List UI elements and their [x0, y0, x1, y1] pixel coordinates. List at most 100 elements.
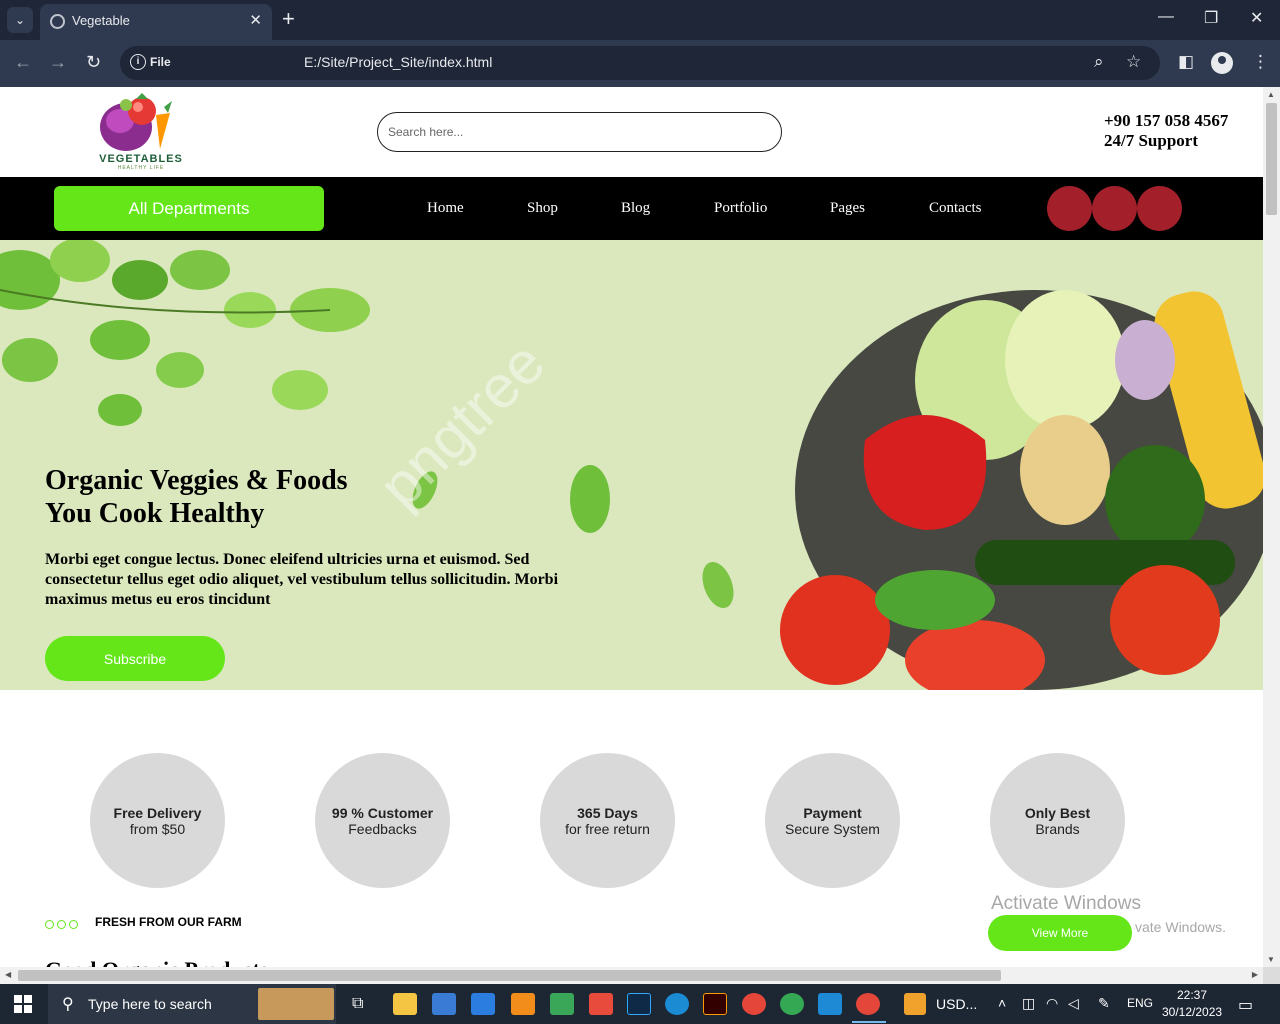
search-input[interactable] — [377, 112, 782, 152]
new-tab-button[interactable]: + — [282, 6, 295, 32]
logo-text: VEGETABLES — [99, 153, 183, 165]
feature-title: 99 % Customer — [331, 804, 434, 821]
language-indicator[interactable]: ENG — [1127, 996, 1153, 1010]
activate-windows-watermark: Activate Windows — [991, 893, 1141, 914]
site-header: VEGETABLES HEALTHY LIFE +90 157 058 4567… — [0, 87, 1263, 177]
features-row: Free Delivery from $50 99 % Customer Fee… — [0, 753, 1263, 893]
search-icon: ⚲ — [62, 996, 74, 1013]
horizontal-scrollbar[interactable]: ◀ ▶ — [0, 967, 1263, 984]
feature-title: Payment — [803, 804, 862, 821]
info-icon[interactable]: i — [130, 54, 146, 70]
scroll-up-icon[interactable]: ▲ — [1267, 90, 1275, 99]
chrome-profile-icon[interactable] — [780, 993, 804, 1015]
view-more-button[interactable]: View More — [988, 915, 1132, 951]
url-text[interactable]: E:/Site/Project_Site/index.html — [304, 54, 492, 70]
subscribe-button[interactable]: Subscribe — [45, 636, 225, 681]
vegetable-logo-icon — [100, 93, 172, 151]
falling-leaf-icon — [570, 465, 610, 533]
close-tab-icon[interactable]: ✕ — [249, 11, 262, 29]
menu-kebab-icon[interactable]: ⋮ — [1252, 52, 1269, 72]
browser-toolbar: ← → ↻ i File E:/Site/Project_Site/index.… — [0, 40, 1280, 87]
page-viewport: VEGETABLES HEALTHY LIFE +90 157 058 4567… — [0, 87, 1263, 967]
clock-time[interactable]: 22:37 — [1177, 988, 1207, 1002]
taskbar-search-box[interactable]: ⚲ Type here to search — [48, 984, 336, 1024]
social-button-3[interactable] — [1137, 186, 1182, 231]
all-departments-button[interactable]: All Departments — [54, 186, 324, 231]
currency-widget-icon[interactable] — [904, 993, 926, 1015]
balloon-app-icon[interactable] — [589, 993, 613, 1015]
currency-widget-text[interactable]: USD... — [936, 996, 977, 1012]
vegetables-image-icon — [780, 290, 1263, 690]
feature-free-delivery: Free Delivery from $50 — [90, 753, 225, 888]
tab-search-button[interactable]: ⌄ — [7, 7, 33, 33]
reload-icon[interactable]: ↻ — [86, 52, 101, 73]
restore-button[interactable]: ❐ — [1204, 8, 1218, 28]
feature-subtitle: for free return — [565, 820, 650, 837]
social-button-1[interactable] — [1047, 186, 1092, 231]
chrome-icon[interactable] — [742, 993, 766, 1015]
feature-subtitle: from $50 — [129, 820, 186, 837]
social-button-2[interactable] — [1092, 186, 1137, 231]
browser-tab[interactable]: Vegetable ✕ — [40, 4, 272, 40]
wifi-icon[interactable]: ◠ — [1046, 995, 1058, 1012]
contact-info: +90 157 058 4567 24/7 Support — [1104, 111, 1228, 151]
scroll-down-icon[interactable]: ▼ — [1267, 955, 1275, 964]
nav-pages-link[interactable]: Pages — [830, 200, 865, 217]
vlc-icon[interactable] — [511, 993, 535, 1015]
close-window-button[interactable]: ✕ — [1250, 8, 1263, 28]
feature-customer-feedback: 99 % Customer Feedbacks — [315, 753, 450, 888]
chrome-active-icon[interactable] — [856, 993, 880, 1015]
leaves-decoration-icon — [0, 240, 370, 426]
volume-icon[interactable]: ◁ — [1068, 995, 1079, 1012]
taskbar-search-placeholder: Type here to search — [88, 996, 212, 1012]
windows-start-icon[interactable] — [14, 995, 32, 1013]
app-icon[interactable] — [550, 993, 574, 1015]
scroll-right-icon[interactable]: ▶ — [1252, 970, 1258, 979]
forward-arrow-icon[interactable]: → — [49, 52, 67, 73]
microsoft-store-icon[interactable] — [432, 993, 456, 1015]
scrollbar-thumb[interactable] — [1266, 103, 1277, 215]
vscode-icon[interactable] — [818, 993, 842, 1015]
hero-title: Organic Veggies & Foods You Cook Healthy — [45, 464, 348, 530]
notification-icon[interactable]: ▭ — [1238, 995, 1253, 1015]
chevron-up-icon[interactable]: ˄ — [998, 995, 1006, 1011]
meet-icon[interactable]: ◫ — [1022, 995, 1035, 1012]
pen-icon[interactable]: ✎ — [1098, 995, 1110, 1012]
file-explorer-icon[interactable] — [393, 993, 417, 1015]
nav-blog-link[interactable]: Blog — [621, 200, 650, 217]
dots-icon — [45, 918, 85, 932]
support-label: 24/7 Support — [1104, 131, 1198, 150]
feature-subtitle: Brands — [1035, 820, 1080, 837]
profile-avatar-icon[interactable] — [1211, 52, 1233, 74]
side-panel-icon[interactable]: ◧ — [1178, 52, 1194, 72]
address-bar[interactable]: i File E:/Site/Project_Site/index.html ⌕… — [120, 46, 1160, 80]
scroll-left-icon[interactable]: ◀ — [5, 970, 11, 979]
photoshop-icon[interactable] — [627, 993, 651, 1015]
vertical-scrollbar[interactable]: ▲ ▼ — [1263, 87, 1280, 967]
edge-icon[interactable] — [665, 993, 689, 1015]
nav-shop-link[interactable]: Shop — [527, 200, 558, 217]
back-arrow-icon[interactable]: ← — [14, 52, 32, 73]
illustrator-icon[interactable] — [703, 993, 727, 1015]
minimize-button[interactable]: — — [1158, 8, 1174, 26]
feature-best-brands: Only Best Brands — [990, 753, 1125, 888]
scrollbar-corner — [1263, 967, 1280, 984]
feature-title: Only Best — [1024, 804, 1091, 821]
zoom-icon[interactable]: ⌕ — [1094, 52, 1104, 72]
site-logo[interactable]: VEGETABLES HEALTHY LIFE — [96, 93, 186, 173]
hero-title-line2: You Cook Healthy — [45, 498, 265, 529]
main-navbar: All Departments Home Shop Blog Portfolio… — [0, 177, 1263, 240]
scrollbar-thumb[interactable] — [18, 970, 1001, 981]
farm-label-text: FRESH FROM OUR FARM — [95, 915, 242, 929]
feature-free-return: 365 Days for free return — [540, 753, 675, 888]
mail-icon[interactable] — [471, 993, 495, 1015]
nav-contacts-link[interactable]: Contacts — [929, 200, 982, 217]
nav-portfolio-link[interactable]: Portfolio — [714, 200, 767, 217]
bookmark-star-icon[interactable]: ☆ — [1126, 52, 1141, 72]
nav-home-link[interactable]: Home — [427, 200, 464, 217]
task-view-icon[interactable]: ⧉ — [352, 995, 363, 1013]
activate-windows-watermark-2: vate Windows. — [1135, 919, 1227, 935]
browser-tab-bar: ⌄ Vegetable ✕ + — ❐ ✕ — [0, 0, 1280, 40]
clock-date[interactable]: 30/12/2023 — [1162, 1005, 1222, 1019]
feature-secure-payment: Payment Secure System — [765, 753, 900, 888]
